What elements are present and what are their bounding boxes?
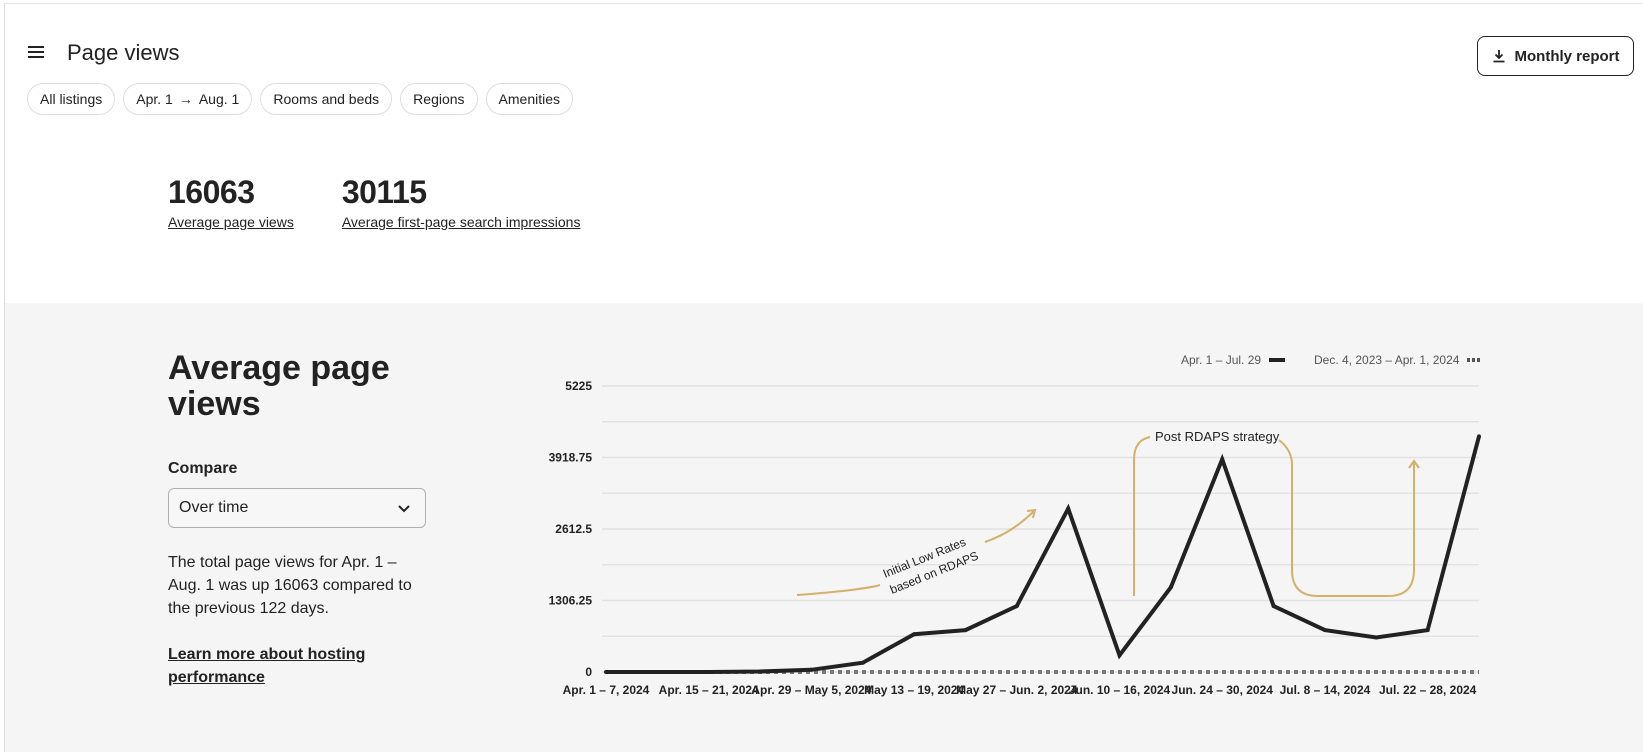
date-from: Apr. 1: [136, 91, 173, 107]
filter-bar: All listings Apr. 1 → Aug. 1 Rooms and b…: [27, 83, 574, 115]
filter-amenities[interactable]: Amenities: [485, 83, 574, 115]
arrow-right-icon: →: [178, 91, 193, 107]
chip-label: All listings: [40, 91, 103, 107]
legend-previous: Dec. 4, 2023 – Apr. 1, 2024: [1314, 353, 1481, 367]
stat-search-impressions: 30115 Average first-page search impressi…: [342, 176, 581, 230]
compare-select[interactable]: Over time: [168, 488, 426, 528]
stat-value: 16063: [168, 174, 255, 210]
hamburger-menu-icon[interactable]: [28, 46, 44, 60]
legend-current: Apr. 1 – Jul. 29: [1181, 353, 1286, 367]
filter-date-range[interactable]: Apr. 1 → Aug. 1: [123, 83, 253, 115]
section-title: Average page views: [168, 349, 390, 423]
stats-row: 16063 Average page views 30115 Average f…: [168, 176, 580, 230]
chip-label: Regions: [413, 91, 465, 107]
date-to: Aug. 1: [198, 91, 240, 107]
chevron-down-icon: [398, 505, 410, 513]
filter-rooms-and-beds[interactable]: Rooms and beds: [260, 83, 393, 115]
compare-select-value: Over time: [179, 499, 249, 516]
legend-label: Apr. 1 – Jul. 29: [1181, 353, 1262, 367]
stat-page-views: 16063 Average page views: [168, 176, 294, 230]
page-title: Page views: [67, 40, 180, 65]
monthly-report-label: Monthly report: [1514, 47, 1620, 65]
stat-value: 30115: [341, 174, 427, 210]
filter-all-listings[interactable]: All listings: [27, 83, 116, 115]
stat-link-average-page-views[interactable]: Average page views: [168, 214, 294, 230]
legend-dotted-swatch: [1467, 358, 1481, 362]
legend-solid-swatch: [1269, 358, 1286, 362]
learn-more-link[interactable]: Learn more about hosting performance: [168, 643, 408, 689]
monthly-report-button[interactable]: Monthly report: [1477, 36, 1634, 76]
stat-link-search-impressions[interactable]: Average first-page search impressions: [342, 214, 581, 230]
chip-label: Amenities: [498, 91, 561, 107]
summary-text: The total page views for Apr. 1 – Aug. 1…: [168, 554, 412, 617]
chip-label: Rooms and beds: [273, 91, 380, 107]
legend-label: Dec. 4, 2023 – Apr. 1, 2024: [1314, 353, 1460, 367]
compare-label: Compare: [168, 460, 238, 477]
filter-regions[interactable]: Regions: [400, 83, 478, 115]
download-icon: [1493, 50, 1504, 63]
